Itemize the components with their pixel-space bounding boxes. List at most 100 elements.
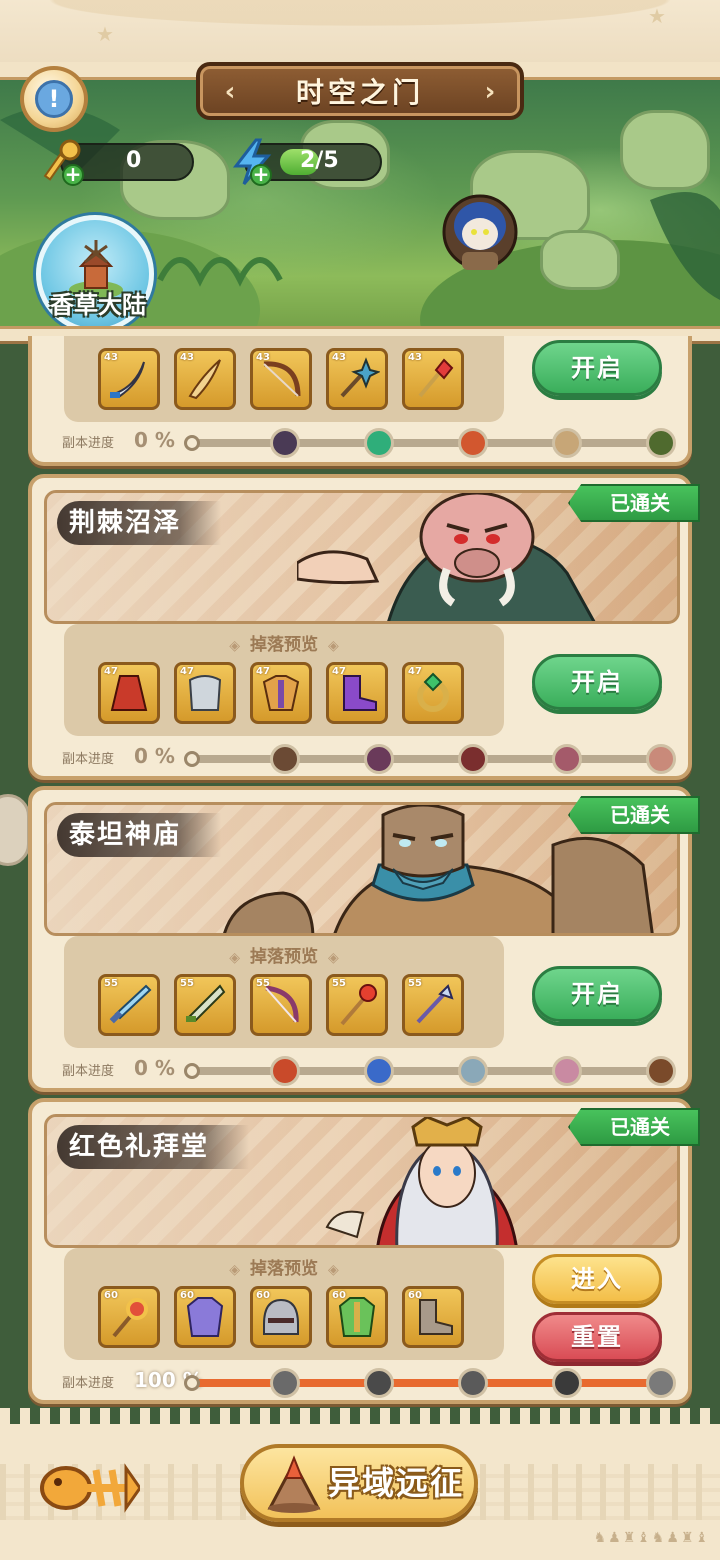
boar-warrior-boss <box>297 493 596 621</box>
boss-node[interactable] <box>552 744 582 774</box>
drop-item[interactable]: 47 <box>326 662 388 724</box>
boss-node[interactable] <box>364 1056 394 1086</box>
title-plate: ‹ 时空之门 › <box>196 62 524 120</box>
drop-item[interactable]: 60 <box>98 1286 160 1348</box>
drop-item[interactable]: 55 <box>98 974 160 1036</box>
drop-item[interactable]: 43 <box>326 348 388 410</box>
drop-item[interactable]: 43 <box>250 348 312 410</box>
dungeon-name: 荆棘沼泽 <box>57 501 222 545</box>
drop-item[interactable]: 43 <box>98 348 160 410</box>
boss-node[interactable] <box>552 1368 582 1398</box>
boss-node[interactable] <box>646 1368 676 1398</box>
left-arrow-icon[interactable]: ‹ <box>216 78 244 106</box>
cleared-ribbon: 已通关 <box>568 1108 700 1146</box>
boss-node[interactable] <box>646 1056 676 1086</box>
open-button[interactable]: 开启 <box>532 966 662 1022</box>
progress-start <box>184 751 200 767</box>
progress-start <box>184 1375 200 1391</box>
add-energy-button[interactable]: + <box>250 164 272 186</box>
dungeon-name: 红色礼拜堂 <box>57 1125 250 1169</box>
boss-node[interactable] <box>270 744 300 774</box>
priestess-boss <box>325 1117 518 1245</box>
boss-node[interactable] <box>552 1056 582 1086</box>
drop-preview-box: ◈ 掉落预览 ◈ 60 60 60 60 60 <box>64 1248 504 1360</box>
expedition-button[interactable]: 异域远征 <box>240 1444 478 1522</box>
progress-label: 副本进度 <box>62 752 115 767</box>
boss-node[interactable] <box>646 428 676 458</box>
drop-item[interactable]: 47 <box>402 662 464 724</box>
drop-preview-title: ◈ 掉落预览 ◈ <box>229 947 339 967</box>
drop-item[interactable]: 55 <box>402 974 464 1036</box>
drop-preview-title: ◈ 掉落预览 ◈ <box>229 1259 339 1279</box>
drop-preview-box: ◈ 掉落预览 ◈ 47 47 47 47 47 <box>64 624 504 736</box>
drop-items: 47 47 47 47 47 <box>98 662 464 724</box>
enter-button[interactable]: 进入 <box>532 1254 662 1304</box>
drop-items: 43 43 43 43 43 <box>98 348 464 410</box>
boss-node[interactable] <box>364 1368 394 1398</box>
drop-item[interactable]: 47 <box>250 662 312 724</box>
boss-node[interactable] <box>458 1056 488 1086</box>
drop-item[interactable]: 47 <box>174 662 236 724</box>
decorative-silhouettes: ♞♟♜♝♞♟♜♝ <box>593 1530 710 1546</box>
dungeon-card-thorn-swamp: 荆棘沼泽 已通关 ◈ 掉落预览 ◈ 47 47 47 47 47 开启 副本进度 0… <box>28 474 700 780</box>
fishbone-icon[interactable] <box>36 1448 140 1524</box>
boss-node[interactable] <box>270 428 300 458</box>
progress-track <box>184 1368 676 1398</box>
exclamation-icon: ! <box>35 80 73 118</box>
progress-value: 0 % <box>134 744 175 768</box>
volcano-icon <box>267 1455 321 1513</box>
dungeon-card-red-chapel: 红色礼拜堂 已通关 ◈ 掉落预览 ◈ 60 60 60 60 60 进入 重置 副本… <box>28 1098 700 1404</box>
progress-value: 0 % <box>134 428 175 452</box>
boss-node[interactable] <box>364 428 394 458</box>
reset-button[interactable]: 重置 <box>532 1312 662 1362</box>
dungeon-progress: 副本进度 0 % <box>62 1056 682 1086</box>
cleared-ribbon: 已通关 <box>568 796 700 834</box>
drop-item[interactable]: 60 <box>402 1286 464 1348</box>
open-button[interactable]: 开启 <box>532 654 662 710</box>
boss-node[interactable] <box>458 744 488 774</box>
dungeon-name: 泰坦神庙 <box>57 813 222 857</box>
drop-item[interactable]: 55 <box>174 974 236 1036</box>
drop-item[interactable]: 55 <box>326 974 388 1036</box>
progress-label: 副本进度 <box>62 436 115 451</box>
drop-preview-box: ◈ 掉落预览 ◈ 55 55 55 55 55 <box>64 936 504 1048</box>
drop-item[interactable]: 60 <box>326 1286 388 1348</box>
drop-item[interactable]: 43 <box>174 348 236 410</box>
energy-count: 2/5 <box>300 148 339 173</box>
dungeon-card-titan-temple: 泰坦神庙 已通关 ◈ 掉落预览 ◈ 55 55 55 55 55 开启 副本进度 0… <box>28 786 700 1092</box>
region-name: 香草大陆 <box>50 291 146 319</box>
right-arrow-icon[interactable]: › <box>476 78 504 106</box>
progress-fill <box>190 1379 674 1387</box>
progress-label: 副本进度 <box>62 1376 115 1391</box>
progress-start <box>184 1063 200 1079</box>
top-decoration: ★ ★ <box>0 0 720 70</box>
boss-node[interactable] <box>458 428 488 458</box>
hero-avatar[interactable] <box>440 192 518 276</box>
boss-node[interactable] <box>552 428 582 458</box>
drop-items: 55 55 55 55 55 <box>98 974 464 1036</box>
dungeon-progress: 副本进度 100 % <box>62 1368 682 1398</box>
drop-item[interactable]: 43 <box>402 348 464 410</box>
drop-item[interactable]: 60 <box>174 1286 236 1348</box>
side-tab[interactable] <box>0 794 30 866</box>
boss-node[interactable] <box>270 1368 300 1398</box>
boss-node[interactable] <box>458 1368 488 1398</box>
dungeon-card-partial: 43 43 43 43 43 开启 副本进度 0 % <box>28 336 692 466</box>
progress-start <box>184 435 200 451</box>
boss-node[interactable] <box>270 1056 300 1086</box>
add-keys-button[interactable]: + <box>62 164 84 186</box>
info-button[interactable]: ! <box>20 66 88 132</box>
drop-item[interactable]: 47 <box>98 662 160 724</box>
boss-node[interactable] <box>646 744 676 774</box>
drop-item[interactable]: 60 <box>250 1286 312 1348</box>
boss-node[interactable] <box>364 744 394 774</box>
drop-item[interactable]: 55 <box>250 974 312 1036</box>
open-button[interactable]: 开启 <box>532 340 662 396</box>
progress-track <box>184 744 676 774</box>
keys-count: 0 <box>126 148 142 173</box>
dungeon-progress: 副本进度 0 % <box>62 428 682 458</box>
progress-track <box>184 428 676 458</box>
progress-value: 0 % <box>134 1056 175 1080</box>
drop-preview-title: ◈ 掉落预览 ◈ <box>229 635 339 655</box>
expedition-label: 异域远征 <box>328 1464 465 1502</box>
